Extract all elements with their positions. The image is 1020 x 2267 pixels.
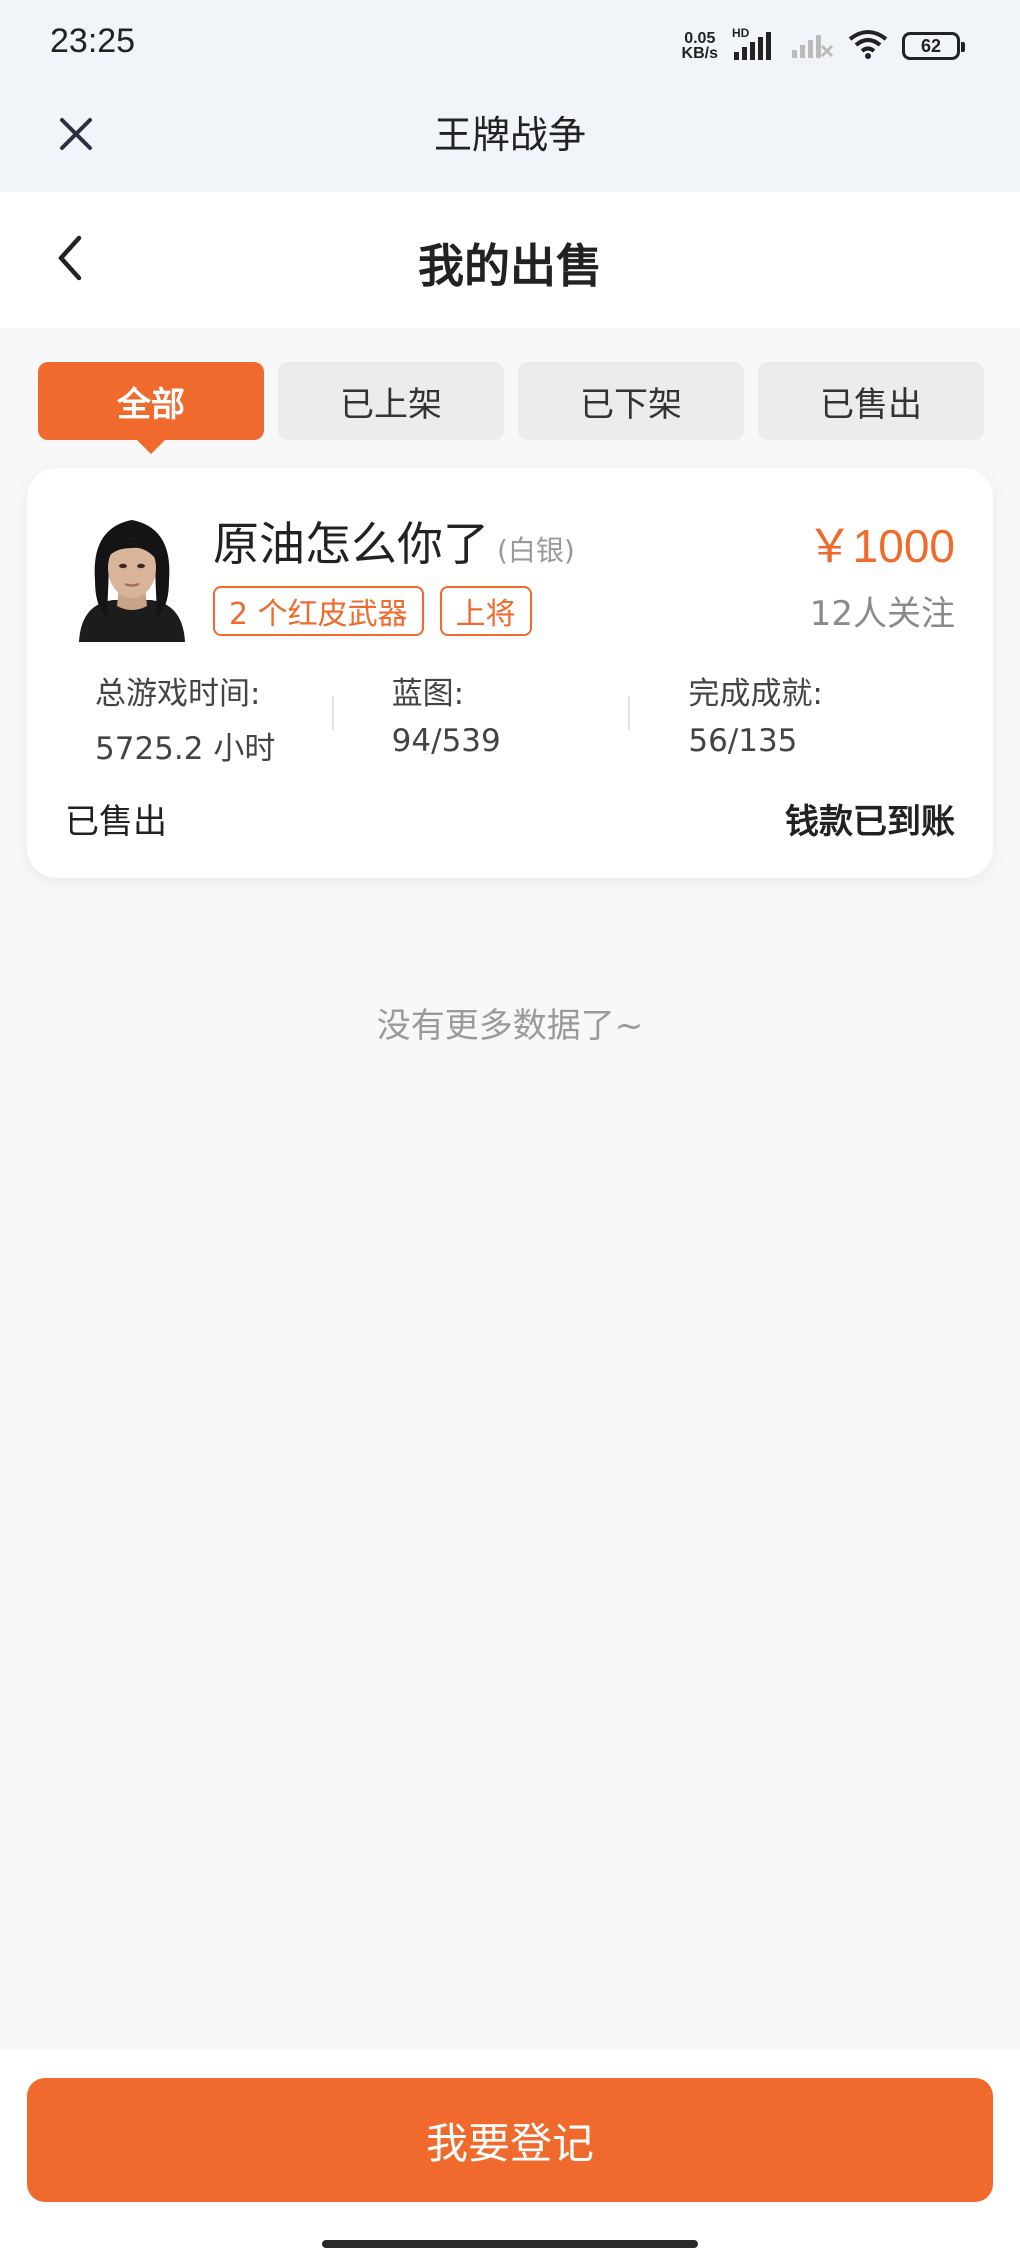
avatar <box>65 508 199 642</box>
stat-playtime: 总游戏时间: 5725.2 小时 <box>65 668 362 768</box>
tab-delisted[interactable]: 已下架 <box>518 362 744 440</box>
network-type-label: HD <box>732 26 750 40</box>
price: ￥1000 <box>806 520 955 572</box>
player-name: 原油怎么你了 (白银) <box>213 508 575 574</box>
tab-sold[interactable]: 已售出 <box>758 362 984 440</box>
signal-icon: HD <box>732 26 776 62</box>
status-time: 23:25 <box>50 22 136 60</box>
page-nav: 我的出售 <box>0 192 1020 328</box>
tag-rank: 上将 <box>439 586 532 636</box>
bottom-bar: 我要登记 <box>0 2050 1020 2267</box>
tag-weapons: 2 个红皮武器 <box>213 586 424 636</box>
stat-achievements: 完成成就: 56/135 <box>628 668 955 768</box>
tag-list: 2 个红皮武器 上将 <box>213 586 532 636</box>
app-header: 王牌战争 <box>0 88 1020 192</box>
stat-label: 总游戏时间: <box>95 676 261 712</box>
page-title: 我的出售 <box>418 239 602 293</box>
battery-icon: 62 <box>902 32 965 60</box>
network-speed-unit: KB/s <box>681 45 718 62</box>
stat-label: 完成成就: <box>688 676 823 712</box>
stat-label: 蓝图: <box>391 676 465 712</box>
signal-weak-icon <box>790 28 834 64</box>
tab-all[interactable]: 全部 <box>38 362 264 454</box>
listing-card[interactable]: 原油怎么你了 (白银) ￥1000 12人关注 2 个红皮武器 上将 总游戏时间:… <box>27 468 993 878</box>
status-icons: 0.05 KB/s HD 62 <box>681 26 965 66</box>
battery-level: 62 <box>920 35 942 56</box>
app-title: 王牌战争 <box>433 113 586 157</box>
no-more-data-label: 没有更多数据了~ <box>376 1006 644 1046</box>
rank-label: (白银) <box>497 534 575 567</box>
stat-value: 94/539 <box>391 723 501 759</box>
sale-status: 已售出 <box>65 802 167 842</box>
stat-value: 56/135 <box>688 723 798 759</box>
wifi-icon <box>848 28 888 64</box>
followers-count: 12人关注 <box>809 594 955 634</box>
filter-tabs: 全部 已上架 已下架 已售出 <box>38 362 984 454</box>
stats-row: 总游戏时间: 5725.2 小时 蓝图: 94/539 完成成就: 56/135 <box>65 668 955 768</box>
register-button[interactable]: 我要登记 <box>27 2078 993 2202</box>
stat-value: 5725.2 小时 <box>95 731 276 767</box>
stat-blueprints: 蓝图: 94/539 <box>331 668 659 768</box>
player-name-text: 原油怎么你了 <box>213 517 489 571</box>
network-speed: 0.05 KB/s <box>681 30 718 62</box>
home-indicator[interactable] <box>322 2240 698 2248</box>
status-bar: 23:25 0.05 KB/s HD 62 <box>0 0 1020 88</box>
payment-status: 钱款已到账 <box>785 802 955 842</box>
network-speed-value: 0.05 <box>684 30 716 47</box>
tab-listed[interactable]: 已上架 <box>278 362 504 440</box>
